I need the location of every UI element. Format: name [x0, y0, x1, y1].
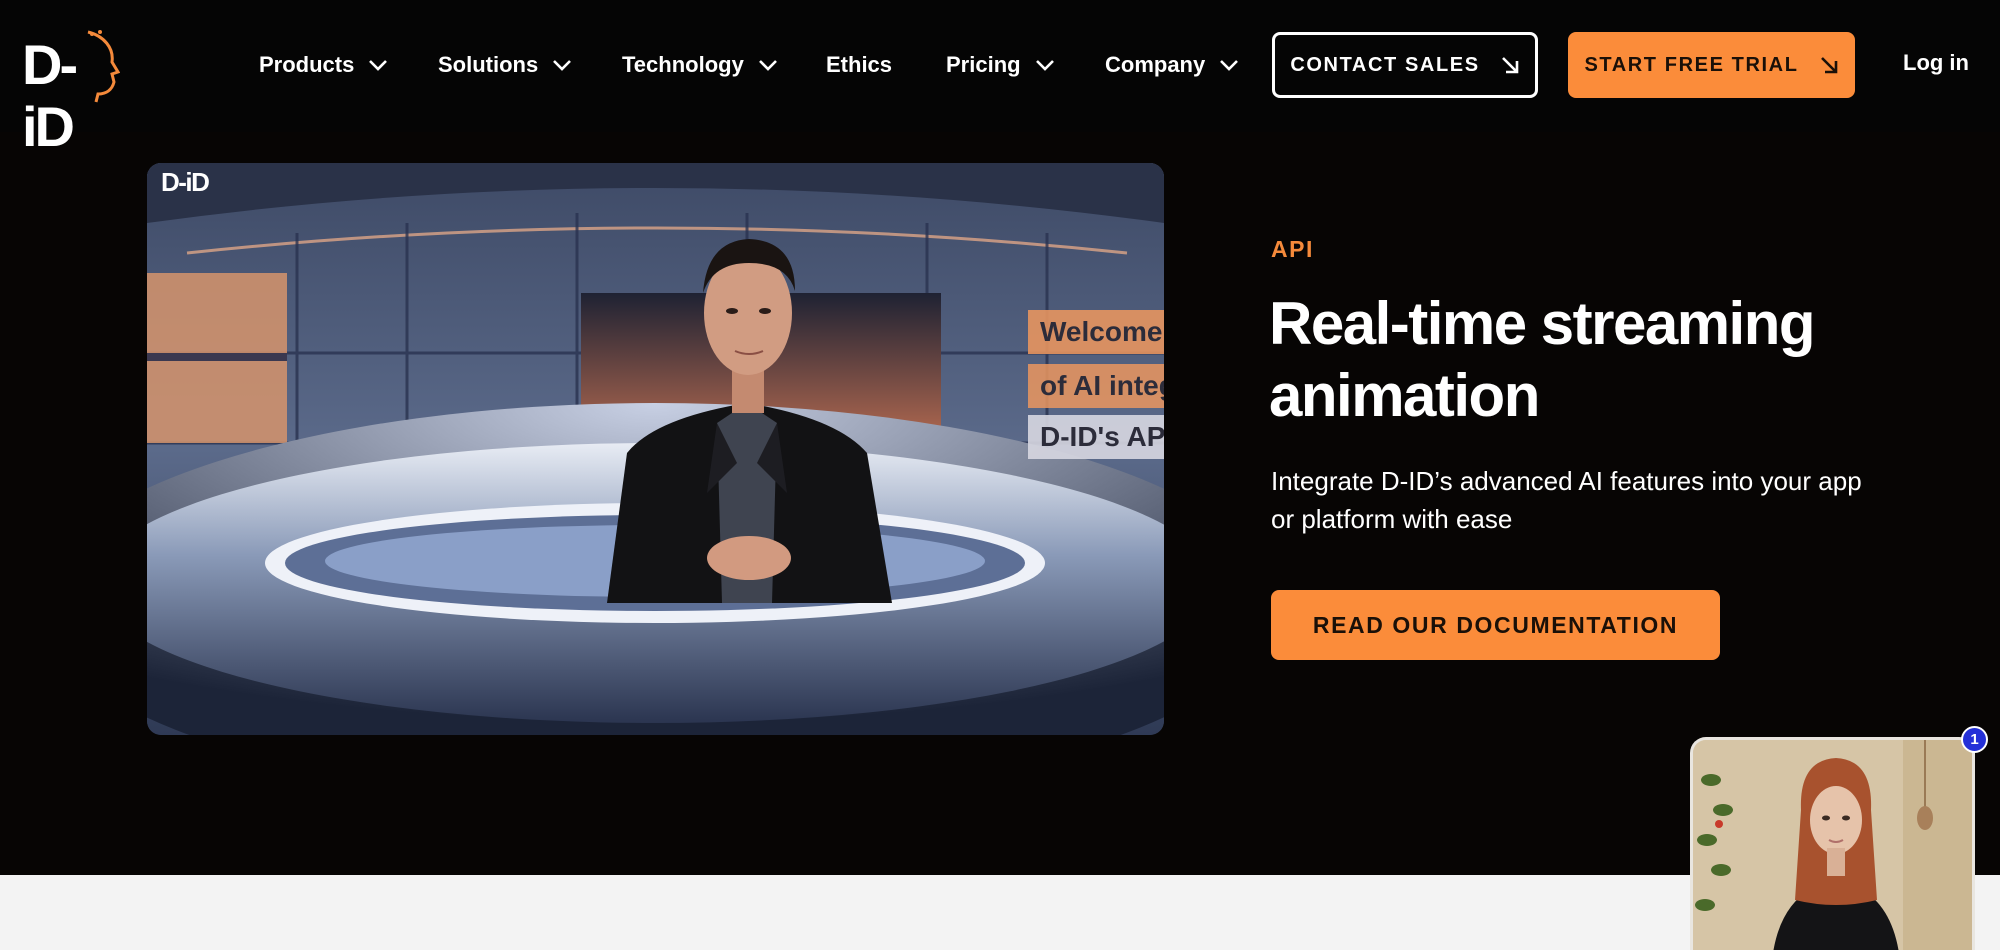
nav-company[interactable]: Company: [1105, 48, 1239, 82]
nav-ethics[interactable]: Ethics: [826, 48, 892, 82]
login-link[interactable]: Log in: [1903, 50, 1969, 76]
video-caption-line: D-ID's API: [1028, 415, 1164, 459]
video-watermark-text: D-iD: [161, 167, 210, 197]
contact-sales-label: CONTACT SALES: [1290, 53, 1480, 76]
agent-avatar-image: [1693, 740, 1972, 950]
read-documentation-label: READ OUR DOCUMENTATION: [1312, 611, 1679, 638]
chevron-down-icon: [553, 60, 572, 71]
nav-products-label: Products: [259, 52, 355, 77]
arrow-down-right-icon: [1820, 57, 1837, 74]
ai-agent-widget[interactable]: [1690, 737, 1975, 950]
site-header: D-iD Products Solutions Technology Ethic…: [0, 0, 2000, 158]
nav-pricing[interactable]: Pricing: [946, 48, 1055, 82]
nav-ethics-label: Ethics: [826, 52, 893, 77]
start-free-trial-button[interactable]: START FREE TRIAL: [1568, 32, 1855, 98]
hero-description: Integrate D-ID’s advanced AI features in…: [1271, 466, 1862, 534]
nav-technology[interactable]: Technology: [622, 48, 778, 82]
did-logo[interactable]: D-iD: [22, 28, 120, 158]
video-caption-line: of AI integ: [1028, 364, 1164, 408]
nav-technology-label: Technology: [622, 52, 744, 77]
nav-company-label: Company: [1105, 52, 1206, 77]
chevron-down-icon: [758, 60, 777, 71]
nav-products[interactable]: Products: [259, 48, 388, 82]
studio-scene-image: [147, 163, 1164, 735]
hero-title: Real-time streaming animation: [1269, 290, 1816, 429]
chevron-down-icon: [1220, 60, 1239, 71]
start-free-trial-label: START FREE TRIAL: [1584, 53, 1799, 76]
nav-solutions-label: Solutions: [438, 52, 539, 77]
video-caption-line: Welcome: [1028, 310, 1164, 354]
arrow-down-right-icon: [1501, 57, 1518, 74]
notification-badge[interactable]: 1: [1961, 726, 1988, 753]
video-watermark-logo: D-iD: [161, 167, 210, 198]
hero-video[interactable]: D-iD Welcome of AI integ D-ID's API: [147, 163, 1164, 735]
chevron-down-icon: [1035, 60, 1054, 71]
logo-face-icon: [87, 30, 120, 103]
read-documentation-button[interactable]: READ OUR DOCUMENTATION: [1271, 590, 1720, 660]
section-eyebrow: API: [1271, 236, 1314, 262]
nav-pricing-label: Pricing: [946, 52, 1021, 77]
contact-sales-button[interactable]: CONTACT SALES: [1272, 32, 1538, 98]
nav-solutions[interactable]: Solutions: [438, 48, 572, 82]
chevron-down-icon: [369, 60, 388, 71]
